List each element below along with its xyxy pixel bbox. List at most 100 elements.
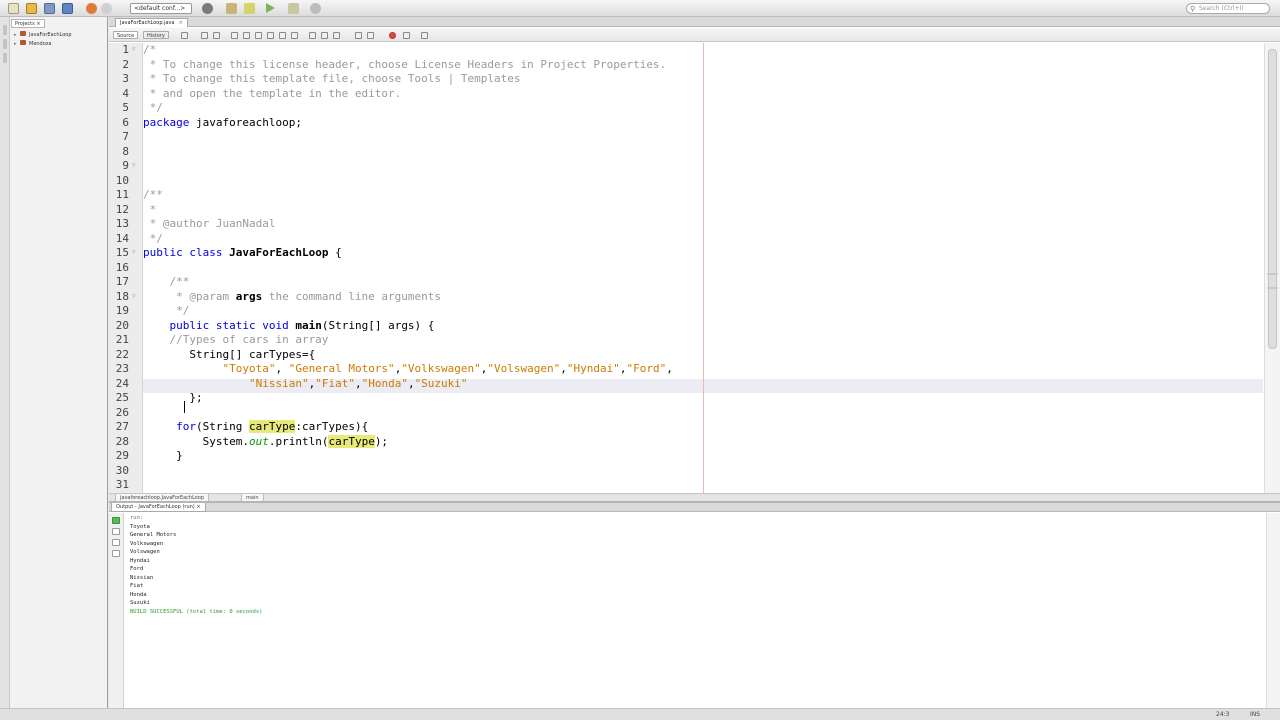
find-icon[interactable] [231,32,238,39]
settings-icon[interactable] [112,550,120,557]
output-header: Output - JavaForEachLoop (run) × [109,503,1280,512]
line-number: 15 [115,246,129,259]
line-number: 4 [122,86,129,100]
profile-icon[interactable] [310,3,321,14]
highlight-icon[interactable] [279,32,286,39]
code-line: public static void main(String[] args) { [169,318,435,332]
redo-icon[interactable] [101,3,112,14]
configuration-select[interactable]: <default conf...> [130,3,192,14]
new-project-icon[interactable] [26,3,37,14]
rerun-with-options-icon[interactable] [112,528,120,535]
code-line: * and open the template in the editor. [143,86,402,100]
output-line: General Motors [130,532,177,538]
debug-icon[interactable] [288,3,299,14]
code-line: /** [143,188,163,201]
close-icon[interactable]: × [179,20,183,26]
history-tab[interactable]: History [143,31,169,39]
status-bar: 24:3 INS [0,708,1280,720]
fold-toggle-icon[interactable]: ▿ [132,45,136,53]
line-number: 7 [122,130,129,143]
project-tree-item[interactable]: ▸ JavaForEachLoop [14,31,72,39]
scroll-marker [1267,273,1278,275]
line-number: 31 [115,478,129,491]
record-macro-icon[interactable] [403,32,410,39]
code-editor: JavaForEachLoop.java × Source History 1 ▿ 2… [109,17,1280,502]
previous-bookmark-icon[interactable] [309,32,316,39]
fold-toggle-icon[interactable]: ▿ [132,161,136,169]
minimized-window-button[interactable] [3,25,7,35]
code-line: public class JavaForEachLoop { [143,246,342,259]
code-line: */ [143,304,190,317]
toggle-bookmark-icon[interactable] [333,32,340,39]
run-icon[interactable] [244,3,255,14]
fold-toggle-icon[interactable]: ▿ [132,248,136,256]
code-line: String[] carTypes={ [143,347,316,361]
stop-icon[interactable] [112,539,120,546]
clean-build-icon[interactable] [226,3,237,14]
search-icon: ⚲ [1190,5,1196,13]
find-next-icon[interactable] [255,32,262,39]
find-previous-icon[interactable] [243,32,250,39]
side-minimized-bar[interactable] [0,17,10,708]
build-icon[interactable] [202,3,213,14]
file-tab[interactable]: JavaForEachLoop.java × [115,18,188,27]
editor-scrollbar[interactable] [1264,43,1280,493]
output-line: Hyndai [130,557,150,564]
build-status-line: BUILD SUCCESSFUL (total time: 0 seconds) [130,608,263,615]
source-tab[interactable]: Source [113,31,139,39]
minimized-window-button[interactable] [3,53,7,63]
shift-right-icon[interactable] [367,32,374,39]
output-tab[interactable]: Output - JavaForEachLoop (run) × [111,503,206,512]
line-number: 28 [115,434,129,448]
line-number: 20 [115,318,129,332]
scrollbar-thumb[interactable] [1268,49,1277,349]
line-number: 6 [122,115,129,129]
shift-left-icon[interactable] [355,32,362,39]
forward-icon[interactable] [213,32,220,39]
projects-panel: Projects × ▸ JavaForEachLoop ▸ Mendoza [0,17,108,708]
open-project-icon[interactable] [44,3,55,14]
line-number: 8 [122,144,129,158]
stop-macro-icon[interactable] [389,32,396,39]
line-number: 19 [115,304,129,317]
comment-icon[interactable] [421,32,428,39]
rerun-icon[interactable] [112,517,120,524]
project-tree-item[interactable]: ▸ Mendoza [14,40,51,48]
code-area[interactable]: /* * To change this license header, choo… [143,43,1263,493]
search-input[interactable]: ⚲ Search (Ctrl+I) [1186,3,1270,14]
close-icon[interactable]: × [196,504,200,510]
caret-position: 24:3 [1216,711,1230,718]
line-number: 21 [115,333,129,346]
projects-tab[interactable]: Projects × [11,19,45,28]
back-icon[interactable] [201,32,208,39]
line-number: 5 [122,101,129,114]
close-icon[interactable]: × [36,21,40,27]
next-bookmark-icon[interactable] [321,32,328,39]
line-number: 14 [115,231,129,245]
output-line: Toyota [130,523,150,530]
output-scrollbar[interactable] [1266,513,1280,710]
code-line: * [143,202,157,216]
code-line: }; [143,391,203,404]
line-number: 26 [115,405,129,419]
new-file-icon[interactable] [8,3,19,14]
minimized-window-button[interactable] [3,39,7,49]
line-number: 2 [122,57,129,71]
code-line: */ [143,101,163,114]
output-side-toolbar [109,513,124,710]
line-number: 11 [115,188,129,201]
line-number: 3 [122,72,129,85]
line-number: 13 [115,217,129,230]
run-project-icon[interactable] [266,3,275,13]
toggle-search-icon[interactable] [291,32,298,39]
code-line: * To change this template file, choose T… [143,72,521,85]
line-number-gutter: 1 ▿ 2 3 4 5 6 7 8 9 ▿ 10 11 12 13 14 15 ▿ 16 17 18 ▿ 19 20 21 22 2… [109,43,143,493]
undo-icon[interactable] [86,3,97,14]
output-line: Volkswagen [130,540,164,547]
find-selection-icon[interactable] [267,32,274,39]
line-number: 23 [115,362,129,375]
fold-toggle-icon[interactable]: ▿ [132,292,136,300]
last-edit-icon[interactable] [181,32,188,39]
scroll-marker [1267,287,1278,289]
save-all-icon[interactable] [62,3,73,14]
